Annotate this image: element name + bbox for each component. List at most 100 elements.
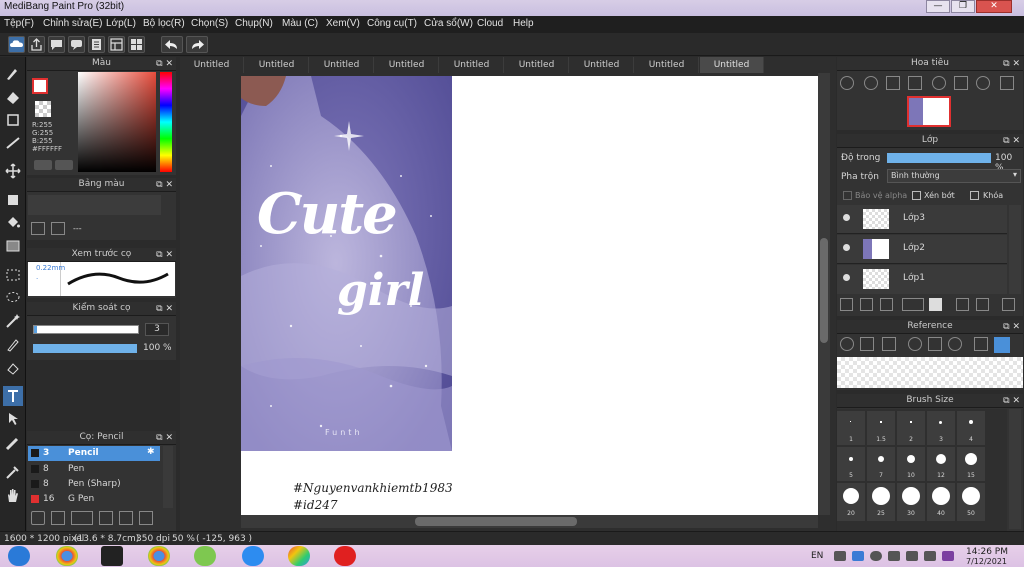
- copy-icon[interactable]: [139, 511, 153, 525]
- trash-icon[interactable]: [1002, 298, 1015, 311]
- new-palette-icon[interactable]: [31, 222, 45, 235]
- navigator-thumbnail[interactable]: [907, 96, 951, 127]
- brush-size-slider[interactable]: [33, 325, 139, 334]
- text-tool-icon[interactable]: [3, 386, 23, 406]
- brush-list-scrollbar[interactable]: [163, 446, 173, 508]
- clock-time[interactable]: 14:26 PM: [966, 547, 1008, 557]
- brush-size-cell[interactable]: 5: [837, 447, 865, 481]
- horizontal-scrollbar[interactable]: [241, 515, 818, 528]
- flip-icon[interactable]: [1000, 76, 1014, 90]
- panel-buttons[interactable]: ⧉ ✕: [156, 179, 173, 192]
- hand-tool-icon[interactable]: [3, 485, 23, 505]
- hand-icon[interactable]: [994, 337, 1010, 353]
- color-tool-button[interactable]: [34, 160, 52, 170]
- brush-size-cell[interactable]: 12: [927, 447, 955, 481]
- new-layer-1bit-icon[interactable]: [880, 298, 893, 311]
- layer-list-scrollbar[interactable]: [1009, 205, 1021, 294]
- zoom-out-icon[interactable]: [948, 337, 962, 351]
- bucket-tool-icon[interactable]: [3, 213, 23, 233]
- menu-layer[interactable]: Lớp(L): [106, 18, 136, 29]
- palette-area[interactable]: [28, 195, 161, 215]
- new-layer-icon[interactable]: [840, 298, 853, 311]
- maximize-button[interactable]: ❐: [951, 0, 975, 13]
- panel-buttons[interactable]: ⧉ ✕: [1003, 135, 1020, 148]
- brush-item-pen[interactable]: 8 Pen: [28, 462, 160, 476]
- secondary-color-swatch[interactable]: [35, 101, 51, 117]
- rectangle-tool-icon[interactable]: [3, 110, 23, 130]
- app-icon[interactable]: [101, 546, 123, 566]
- cloud-icon[interactable]: [840, 337, 854, 351]
- menu-select[interactable]: Chọn(S): [191, 18, 228, 29]
- actual-size-icon[interactable]: [908, 76, 922, 90]
- layer-opacity-slider[interactable]: [887, 153, 991, 163]
- grid-icon[interactable]: [128, 36, 145, 53]
- open-folder-icon[interactable]: [860, 337, 874, 351]
- panel-buttons[interactable]: ⧉ ✕: [156, 303, 173, 316]
- brush-item-pen-sharp[interactable]: 8 Pen (Sharp): [28, 477, 160, 491]
- start-button-icon[interactable]: [8, 546, 30, 566]
- eye-icon[interactable]: [843, 274, 850, 281]
- select-eraser-tool-icon[interactable]: [3, 358, 23, 378]
- share-icon[interactable]: [28, 36, 45, 53]
- brush-size-cell[interactable]: 50: [957, 483, 985, 521]
- hue-slider[interactable]: [160, 72, 172, 172]
- layer-row-1[interactable]: Lớp1: [837, 265, 1007, 294]
- tab-untitled[interactable]: Untitled: [375, 57, 439, 73]
- comment-icon[interactable]: [48, 36, 65, 53]
- brush-size-cell[interactable]: 15: [957, 447, 985, 481]
- network-icon[interactable]: [906, 551, 918, 561]
- operation-tool-icon[interactable]: [3, 409, 23, 429]
- rotate-right-icon[interactable]: [976, 76, 990, 90]
- zoom-in-icon[interactable]: [908, 337, 922, 351]
- tab-untitled[interactable]: Untitled: [440, 57, 504, 73]
- vertical-scroll-thumb[interactable]: [820, 238, 828, 343]
- rotate-left-icon[interactable]: [932, 76, 946, 90]
- menu-file[interactable]: Tệp(F): [4, 18, 34, 29]
- cloud-icon[interactable]: [8, 36, 25, 53]
- add-layer-menu-icon[interactable]: [902, 298, 924, 311]
- tab-untitled[interactable]: Untitled: [505, 57, 569, 73]
- fill-rect-tool-icon[interactable]: [3, 190, 23, 210]
- brush-item-g-pen[interactable]: 16 G Pen: [28, 492, 160, 506]
- close-icon[interactable]: [882, 337, 896, 351]
- gradient-tool-icon[interactable]: [3, 236, 23, 256]
- brush-size-cell[interactable]: 7: [867, 447, 895, 481]
- chat-icon[interactable]: [68, 36, 85, 53]
- panel-layout-icon[interactable]: [108, 36, 125, 53]
- brush-opacity-slider[interactable]: [33, 344, 137, 353]
- opera-icon[interactable]: [334, 546, 356, 566]
- brush-edit-icon[interactable]: [99, 511, 113, 525]
- document-icon[interactable]: [88, 36, 105, 53]
- chrome-icon[interactable]: [56, 546, 78, 566]
- reset-view-icon[interactable]: [954, 76, 968, 90]
- eyedropper-tool-icon[interactable]: [3, 462, 23, 482]
- line-tool-icon[interactable]: [3, 133, 23, 153]
- brush-size-value[interactable]: 3: [145, 323, 169, 336]
- magic-wand-tool-icon[interactable]: [3, 311, 23, 331]
- zalo-icon[interactable]: [242, 546, 264, 566]
- panel-buttons[interactable]: ⧉ ✕: [1003, 58, 1020, 71]
- tray-icon[interactable]: [942, 551, 954, 561]
- brush-menu-icon[interactable]: [71, 511, 93, 525]
- clip-checkbox[interactable]: [912, 191, 921, 200]
- tab-untitled[interactable]: Untitled: [180, 57, 244, 73]
- fit-icon[interactable]: [886, 76, 900, 90]
- menu-color[interactable]: Màu (C): [282, 18, 318, 29]
- zoom-out-icon[interactable]: [864, 76, 878, 90]
- close-button[interactable]: ✕: [976, 0, 1012, 13]
- brush-size-cell[interactable]: 40: [927, 483, 955, 521]
- menu-capture[interactable]: Chụp(N): [235, 18, 273, 29]
- brush-size-cell[interactable]: 10: [897, 447, 925, 481]
- app-icon[interactable]: [194, 546, 216, 566]
- menu-edit[interactable]: Chỉnh sửa(E): [43, 18, 103, 29]
- trash-icon[interactable]: [51, 222, 65, 235]
- tab-untitled-active[interactable]: Untitled: [700, 57, 764, 73]
- browser-icon[interactable]: [148, 546, 170, 566]
- new-brush-icon[interactable]: [51, 511, 65, 525]
- brush-size-cell[interactable]: 20: [837, 483, 865, 521]
- tab-untitled[interactable]: Untitled: [245, 57, 309, 73]
- divide-tool-icon[interactable]: [3, 433, 23, 453]
- brush-size-cell[interactable]: 4: [957, 411, 985, 445]
- eraser-tool-icon[interactable]: [3, 87, 23, 107]
- zoom-in-icon[interactable]: [840, 76, 854, 90]
